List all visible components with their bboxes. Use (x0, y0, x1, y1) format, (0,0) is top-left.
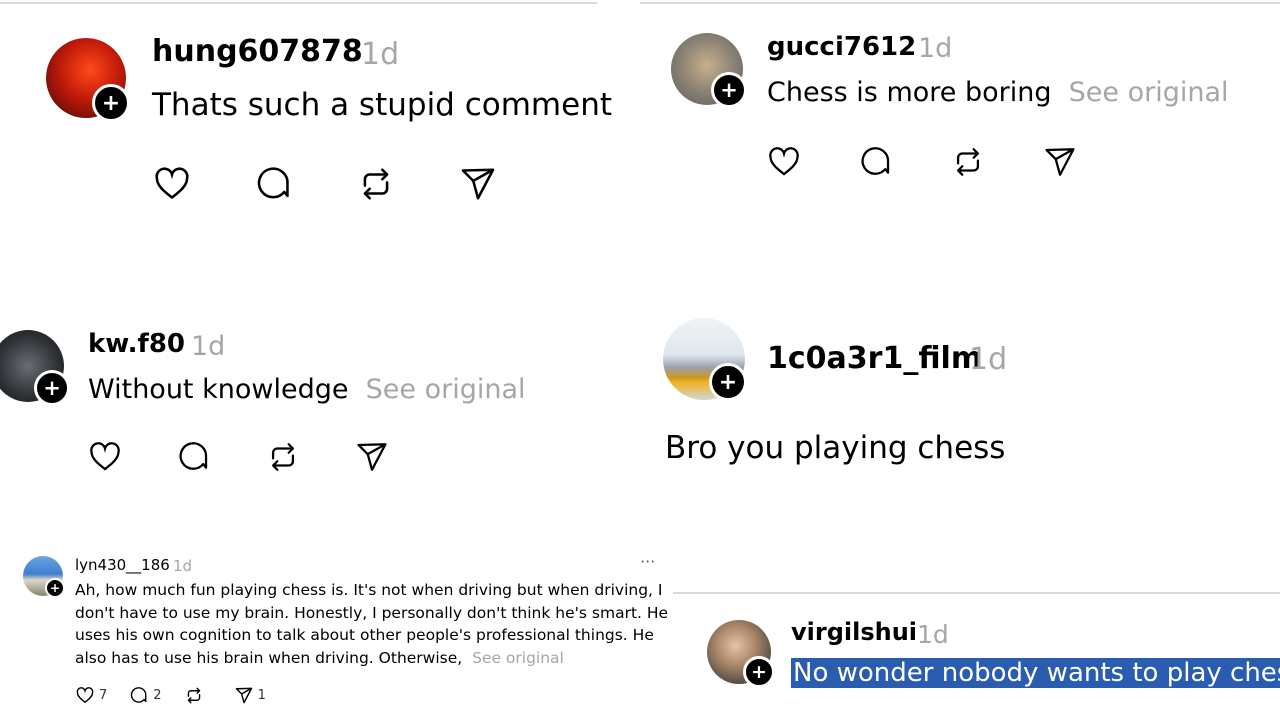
comment-icon[interactable] (254, 165, 294, 203)
post-actions (152, 165, 498, 203)
follow-plus-icon[interactable]: + (711, 72, 747, 108)
post-time: 1d (969, 342, 1008, 377)
username[interactable]: lyn430__186 (75, 556, 170, 574)
selected-text: No wonder nobody wants to play chess (791, 658, 1280, 688)
repost-icon[interactable] (184, 686, 204, 705)
post-time: 1d (191, 331, 226, 362)
see-original-link[interactable]: See original (366, 374, 526, 405)
post-actions (766, 145, 1078, 179)
share-icon[interactable] (354, 440, 390, 474)
avatar[interactable]: + (663, 318, 747, 401)
heart-icon[interactable] (152, 165, 192, 203)
post-text: No wonder nobody wants to play chess (791, 658, 1280, 688)
share-icon[interactable] (234, 686, 254, 705)
follow-plus-icon[interactable]: + (45, 578, 65, 598)
follow-plus-icon[interactable]: + (92, 84, 130, 122)
share-icon[interactable] (1042, 145, 1078, 179)
post-time: 1d (361, 37, 400, 72)
username[interactable]: gucci7612 (767, 32, 916, 62)
avatar[interactable]: + (46, 38, 130, 122)
post-text: Ah, how much fun playing chess is. It's … (75, 581, 669, 667)
share-count: 1 (257, 688, 266, 703)
see-original-link[interactable]: See original (472, 649, 564, 667)
see-original-link[interactable]: See original (1069, 77, 1229, 108)
username[interactable]: 1c0a3r1_film (767, 341, 982, 376)
like-count: 7 (99, 688, 108, 703)
comment-count: 2 (153, 688, 162, 703)
heart-icon[interactable] (87, 440, 123, 474)
divider (640, 2, 1280, 4)
divider (0, 2, 597, 4)
comment-icon[interactable] (176, 440, 212, 474)
heart-icon[interactable] (75, 686, 95, 705)
heart-icon[interactable] (766, 145, 802, 179)
comment-icon[interactable] (858, 145, 894, 179)
username[interactable]: hung607878 (152, 34, 363, 69)
post-time: 1d (918, 33, 953, 64)
post-text: Without knowledge See original (88, 374, 526, 405)
post-time: 1d (917, 620, 949, 649)
follow-plus-icon[interactable]: + (709, 363, 747, 401)
share-icon[interactable] (458, 165, 498, 203)
post-text: Thats such a stupid comment (152, 87, 612, 123)
post-text: Chess is more boring See original (767, 77, 1229, 108)
more-icon[interactable]: ··· (640, 552, 655, 571)
avatar[interactable]: + (23, 556, 65, 598)
repost-icon[interactable] (950, 145, 986, 179)
repost-icon[interactable] (265, 440, 301, 474)
avatar[interactable]: + (707, 620, 775, 688)
comment-icon[interactable] (129, 686, 149, 705)
follow-plus-icon[interactable]: + (34, 370, 70, 406)
post-actions (87, 440, 390, 474)
divider (673, 592, 1280, 594)
avatar[interactable]: + (671, 33, 747, 108)
follow-plus-icon[interactable]: + (743, 656, 775, 688)
post-time: 1d (173, 557, 193, 575)
repost-icon[interactable] (356, 165, 396, 203)
post-text: Bro you playing chess (665, 430, 1006, 466)
username[interactable]: virgilshui (791, 618, 917, 646)
avatar[interactable]: + (0, 330, 70, 406)
username[interactable]: kw.f80 (88, 329, 185, 359)
post-actions: 7 2 1 (75, 686, 288, 705)
